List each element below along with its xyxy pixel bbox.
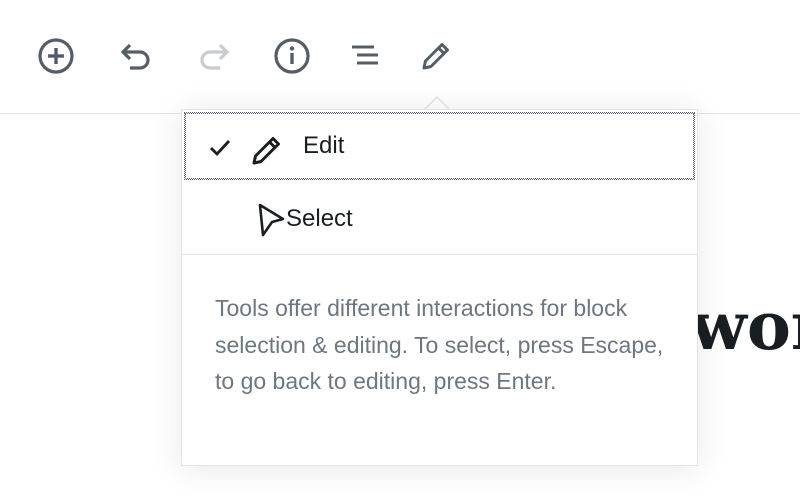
pencil-icon — [417, 37, 455, 75]
list-view-icon — [345, 37, 383, 75]
info-button[interactable] — [270, 34, 314, 78]
menu-divider — [182, 254, 697, 255]
tools-menu-popover: Edit Select Tools offer different intera… — [181, 109, 698, 466]
undo-button[interactable] — [113, 34, 157, 78]
pencil-icon — [249, 132, 285, 168]
info-icon — [273, 37, 311, 75]
tools-menu-item-label: Edit — [303, 132, 345, 159]
tools-help-text: Tools offer different interactions for b… — [215, 295, 664, 394]
redo-button[interactable] — [193, 34, 237, 78]
tools-menu-item-edit[interactable]: Edit — [184, 112, 695, 180]
plus-circle-icon — [37, 37, 75, 75]
add-block-button[interactable] — [34, 34, 78, 78]
editor-stage: wor — [0, 0, 800, 496]
checkmark-icon — [208, 136, 232, 160]
outline-button[interactable] — [342, 34, 386, 78]
undo-icon — [116, 37, 154, 75]
tools-menu-item-label: Select — [286, 205, 353, 232]
tools-button[interactable] — [414, 34, 458, 78]
editor-toolbar — [0, 0, 800, 114]
post-heading[interactable]: wor — [690, 286, 800, 366]
redo-icon — [196, 37, 234, 75]
tools-menu-item-select[interactable]: Select — [185, 185, 694, 251]
